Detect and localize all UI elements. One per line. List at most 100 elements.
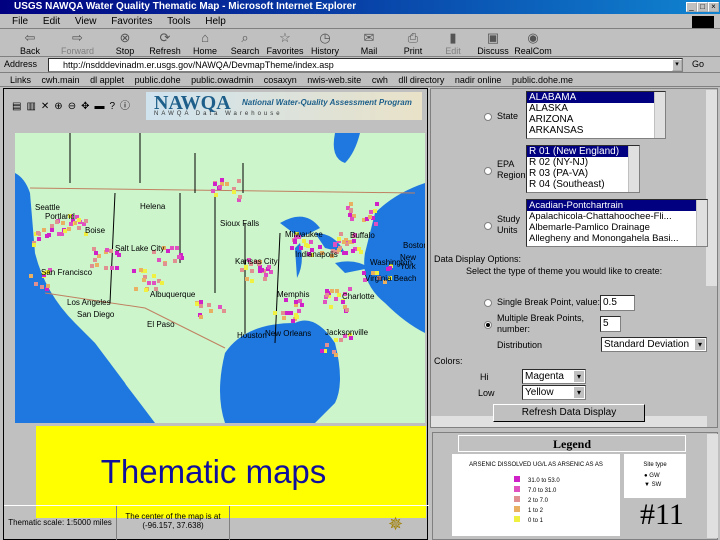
site-marker bbox=[109, 266, 114, 271]
menu-favorites[interactable]: Favorites bbox=[111, 16, 152, 27]
menu-help[interactable]: Help bbox=[205, 16, 226, 27]
listbox-scrollbar[interactable] bbox=[696, 200, 707, 246]
compass-icon[interactable]: ✵ bbox=[388, 514, 403, 535]
help-icon[interactable]: ? bbox=[109, 101, 120, 112]
menu-edit[interactable]: Edit bbox=[43, 16, 60, 27]
history-button[interactable]: ◷ History bbox=[305, 30, 345, 56]
search-icon: ⌕ bbox=[241, 30, 249, 45]
refresh-data-display-button[interactable]: Refresh Data Display bbox=[493, 404, 645, 422]
identify-icon[interactable]: ⓘ bbox=[120, 101, 135, 112]
layer-toggle-icon[interactable]: ▬ bbox=[94, 101, 109, 112]
state-listbox[interactable]: ALABAMA ALASKA ARIZONA ARKANSAS bbox=[526, 91, 666, 139]
full-extent-icon[interactable]: ✕ bbox=[41, 101, 54, 112]
menu-bar: File Edit View Favorites Tools Help bbox=[0, 14, 720, 29]
link-item[interactable]: cwh bbox=[372, 75, 388, 85]
history-icon: ◷ bbox=[319, 30, 331, 45]
link-item[interactable]: dll directory bbox=[398, 75, 444, 85]
back-button[interactable]: ⇦ Back bbox=[10, 30, 50, 56]
state-radio[interactable] bbox=[484, 113, 492, 121]
listbox-scrollbar[interactable] bbox=[654, 92, 665, 138]
close-button[interactable]: × bbox=[708, 2, 719, 12]
study-units-radio[interactable] bbox=[484, 222, 492, 230]
epa-region-listbox[interactable]: R 01 (New England) R 02 (NY-NJ) R 03 (PA… bbox=[526, 145, 640, 193]
list-option[interactable]: Acadian-Pontchartrain bbox=[527, 200, 707, 211]
stop-button[interactable]: ⊗ Stop bbox=[105, 30, 145, 56]
print-map-icon[interactable]: ▤ bbox=[12, 101, 26, 112]
list-option[interactable]: R 02 (NY-NJ) bbox=[527, 157, 639, 168]
site-marker bbox=[259, 267, 264, 272]
link-item[interactable]: nadir online bbox=[455, 75, 502, 85]
list-option[interactable]: Allegheny and Monongahela Basi... bbox=[527, 233, 707, 244]
hi-color-select[interactable]: Magenta bbox=[522, 369, 586, 384]
link-item[interactable]: public.owadmin bbox=[191, 75, 253, 85]
forward-button[interactable]: ⇨ Forward bbox=[50, 30, 105, 56]
list-option[interactable]: Albemarle-Pamlico Drainage bbox=[527, 222, 707, 233]
search-button[interactable]: ⌕ Search bbox=[225, 30, 265, 56]
refresh-button[interactable]: ⟳ Refresh bbox=[145, 30, 185, 56]
list-option[interactable]: R 04 (Southeast) bbox=[527, 179, 639, 190]
thematic-map[interactable]: Seattle Portland Helena Boise Salt Lake … bbox=[15, 133, 425, 423]
mail-button[interactable]: ✉ Mail bbox=[345, 30, 393, 56]
home-icon: ⌂ bbox=[201, 30, 209, 45]
layers-icon[interactable]: ▥ bbox=[26, 101, 40, 112]
site-marker bbox=[347, 239, 352, 244]
link-item[interactable]: public.dohe bbox=[135, 75, 181, 85]
site-marker bbox=[303, 243, 308, 248]
city-label: Kansas City bbox=[235, 257, 278, 266]
link-item[interactable]: dl applet bbox=[90, 75, 124, 85]
multiple-break-radio[interactable] bbox=[484, 321, 492, 329]
list-option[interactable]: R 03 (PA-VA) bbox=[527, 168, 639, 179]
home-button[interactable]: ⌂ Home bbox=[185, 30, 225, 56]
zoom-out-icon[interactable]: ⊖ bbox=[68, 101, 81, 112]
pan-icon[interactable]: ✥ bbox=[81, 101, 94, 112]
site-marker bbox=[212, 181, 217, 186]
realcom-button[interactable]: ◉ RealCom bbox=[513, 30, 553, 56]
print-icon: ⎙ bbox=[407, 30, 419, 45]
low-color-select[interactable]: Yellow bbox=[522, 385, 586, 400]
site-marker bbox=[250, 269, 255, 274]
maximize-button[interactable]: □ bbox=[697, 2, 708, 12]
discuss-button[interactable]: ▣ Discuss bbox=[473, 30, 513, 56]
single-break-radio[interactable] bbox=[484, 299, 492, 307]
link-item[interactable]: public.dohe.me bbox=[512, 75, 573, 85]
edit-button[interactable]: ▮ Edit bbox=[433, 30, 473, 56]
list-option[interactable]: ARIZONA bbox=[527, 114, 665, 125]
address-input[interactable]: http://nsdddevinadm.er.usgs.gov/NAWQA/De… bbox=[48, 58, 683, 72]
site-marker bbox=[367, 214, 372, 219]
site-marker bbox=[325, 293, 330, 298]
study-units-listbox[interactable]: Acadian-Pontchartrain Apalachicola-Chatt… bbox=[526, 199, 708, 247]
epa-region-radio[interactable] bbox=[484, 167, 492, 175]
print-button[interactable]: ⎙ Print bbox=[393, 30, 433, 56]
link-item[interactable]: cwh.main bbox=[42, 75, 80, 85]
break-count-input[interactable]: 5 bbox=[600, 316, 621, 332]
menu-view[interactable]: View bbox=[75, 16, 97, 27]
list-option[interactable]: R 01 (New England) bbox=[527, 146, 639, 157]
list-option[interactable]: ALASKA bbox=[527, 103, 665, 114]
legend-item: 7.0 to 31.0 bbox=[514, 486, 620, 496]
site-marker bbox=[132, 268, 137, 273]
favorites-button[interactable]: ☆ Favorites bbox=[265, 30, 305, 56]
site-marker bbox=[330, 289, 335, 294]
distribution-select[interactable]: Standard Deviation bbox=[601, 337, 707, 352]
units-label: Units bbox=[497, 225, 518, 235]
listbox-scrollbar[interactable] bbox=[628, 146, 639, 192]
menu-tools[interactable]: Tools bbox=[167, 16, 190, 27]
link-item[interactable]: cosaxyn bbox=[264, 75, 297, 85]
site-marker bbox=[325, 288, 330, 293]
zoom-in-icon[interactable]: ⊕ bbox=[54, 101, 67, 112]
site-marker bbox=[108, 248, 113, 253]
list-option[interactable]: ARKANSAS bbox=[527, 125, 665, 136]
legend-scrollbar[interactable] bbox=[707, 434, 718, 538]
single-break-input[interactable]: 0.5 bbox=[600, 295, 635, 311]
list-option[interactable]: Apalachicola-Chattahoochee-Fli... bbox=[527, 211, 707, 222]
link-item[interactable]: nwis-web.site bbox=[307, 75, 361, 85]
legend-swatch bbox=[514, 506, 520, 512]
site-marker bbox=[172, 259, 177, 264]
go-button[interactable]: Go bbox=[692, 59, 704, 69]
query-vertical-scrollbar[interactable] bbox=[706, 90, 717, 286]
minimize-button[interactable]: _ bbox=[686, 2, 697, 12]
region-label: Region bbox=[497, 170, 526, 180]
menu-file[interactable]: File bbox=[12, 16, 28, 27]
address-dropdown-icon[interactable]: ▾ bbox=[672, 59, 682, 71]
list-option[interactable]: ALABAMA bbox=[527, 92, 665, 103]
